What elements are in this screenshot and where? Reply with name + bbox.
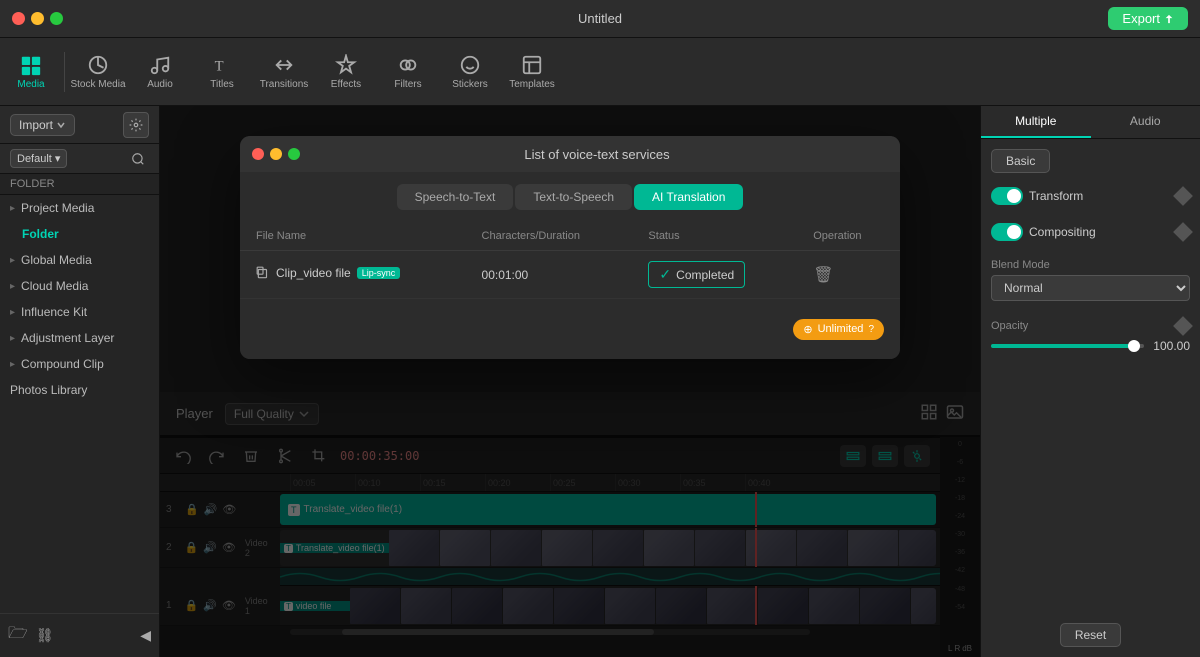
modal-table: File Name Characters/Duration Status Ope…: [240, 222, 900, 299]
modal-tabs: Speech-to-Text Text-to-Speech AI Transla…: [240, 172, 900, 222]
blend-mode-label: Blend Mode: [991, 259, 1190, 271]
transform-row: Transform: [991, 183, 1190, 209]
toolbar-item-stock[interactable]: Stock Media: [67, 38, 129, 105]
right-panel-content: Basic Transform Compositing Blend Mod: [981, 139, 1200, 363]
tab-text-to-speech[interactable]: Text-to-Speech: [515, 184, 632, 210]
unlimited-badge[interactable]: ⊕ Unlimited ?: [793, 319, 884, 340]
search-button[interactable]: [127, 148, 149, 170]
toolbar-item-titles[interactable]: T Titles: [191, 38, 253, 105]
main-area: Import Default ▾ FOLDER ▸ Project Media …: [0, 106, 1200, 657]
modal-maximize-button[interactable]: [288, 148, 300, 160]
sidebar-item-cloud-media[interactable]: ▸ Cloud Media: [0, 273, 159, 299]
add-folder-icon[interactable]: 🗁: [8, 622, 28, 649]
export-button[interactable]: Export: [1108, 7, 1188, 30]
toolbar-item-templates[interactable]: Templates: [501, 38, 563, 105]
minimize-button[interactable]: [31, 12, 44, 25]
voice-text-modal: List of voice-text services Speech-to-Te…: [240, 136, 900, 359]
tab-speech-to-text[interactable]: Speech-to-Text: [397, 184, 514, 210]
lipsync-badge: Lip-sync: [357, 267, 401, 279]
toolbar-item-stickers[interactable]: Stickers: [439, 38, 501, 105]
close-button[interactable]: [12, 12, 25, 25]
opacity-slider-row: 100.00: [991, 339, 1190, 353]
transform-label: Transform: [1029, 189, 1083, 203]
transform-toggle[interactable]: [991, 187, 1023, 205]
left-sidebar: Import Default ▾ FOLDER ▸ Project Media …: [0, 106, 160, 657]
modal-overlay: List of voice-text services Speech-to-Te…: [160, 106, 980, 657]
compositing-label: Compositing: [1029, 225, 1096, 239]
tab-ai-translation[interactable]: AI Translation: [634, 184, 743, 210]
delete-row-button[interactable]: 🗑: [813, 265, 833, 285]
titlebar: Untitled Export: [0, 0, 1200, 38]
toolbar-item-media[interactable]: Media: [0, 38, 62, 105]
opacity-slider[interactable]: [991, 344, 1144, 348]
toolbar-item-audio[interactable]: Audio: [129, 38, 191, 105]
col-status: Status: [632, 222, 797, 251]
modal-minimize-button[interactable]: [270, 148, 282, 160]
toolbar-separator: [64, 52, 65, 92]
maximize-button[interactable]: [50, 12, 63, 25]
right-tabs: Multiple Audio: [981, 106, 1200, 139]
svg-text:T: T: [215, 58, 224, 74]
window-title: Untitled: [578, 11, 622, 26]
toolbar-item-filters[interactable]: Filters: [377, 38, 439, 105]
default-dropdown[interactable]: Default ▾: [10, 149, 67, 168]
sidebar-item-folder[interactable]: Folder: [0, 221, 159, 247]
compositing-toggle[interactable]: [991, 223, 1023, 241]
compositing-diamond-icon[interactable]: [1173, 222, 1193, 242]
compositing-row: Compositing: [991, 219, 1190, 245]
col-characters-duration: Characters/Duration: [466, 222, 633, 251]
modal-titlebar: List of voice-text services: [240, 136, 900, 172]
check-icon: ✓: [659, 266, 671, 283]
traffic-lights: [12, 12, 63, 25]
basic-button[interactable]: Basic: [991, 149, 1050, 173]
col-file-name: File Name: [240, 222, 466, 251]
status-completed-badge: ✓ Completed: [648, 261, 745, 288]
reset-button[interactable]: Reset: [1060, 623, 1121, 647]
sidebar-item-influence-kit[interactable]: ▸ Influence Kit: [0, 299, 159, 325]
media-toolbar: Import: [0, 106, 159, 144]
modal-title: List of voice-text services: [306, 147, 888, 162]
sidebar-item-global-media[interactable]: ▸ Global Media: [0, 247, 159, 273]
operation-cell: 🗑: [797, 251, 900, 299]
sidebar-bottom-toolbar: 🗁 ⛓ ◀: [0, 613, 159, 657]
folder-label: FOLDER: [0, 174, 159, 195]
opacity-value: 100.00: [1150, 339, 1190, 353]
sidebar-item-compound-clip[interactable]: ▸ Compound Clip: [0, 351, 159, 377]
toolbar-item-transitions[interactable]: Transitions: [253, 38, 315, 105]
toolbar-item-effects[interactable]: Effects: [315, 38, 377, 105]
transform-diamond-icon[interactable]: [1173, 186, 1193, 206]
right-sidebar: Multiple Audio Basic Transform Compositi…: [980, 106, 1200, 657]
col-operation: Operation: [797, 222, 900, 251]
folder-toolbar: Default ▾: [0, 144, 159, 174]
sidebar-item-project-media[interactable]: ▸ Project Media: [0, 195, 159, 221]
tab-multiple[interactable]: Multiple: [981, 106, 1091, 138]
modal-close-button[interactable]: [252, 148, 264, 160]
center-panel: + Import Media Player Full Quality: [160, 106, 980, 657]
sidebar-item-adjustment-layer[interactable]: ▸ Adjustment Layer: [0, 325, 159, 351]
duration-cell: 00:01:00: [466, 251, 633, 299]
file-name-cell: Clip_video file Lip-sync: [240, 251, 466, 299]
settings-button[interactable]: [123, 112, 149, 138]
sidebar-item-photos-library[interactable]: Photos Library: [0, 377, 159, 403]
blend-mode-select[interactable]: Normal Multiply Screen Overlay: [991, 275, 1190, 301]
opacity-label: Opacity: [991, 320, 1028, 332]
import-button[interactable]: Import: [10, 114, 75, 136]
status-cell: ✓ Completed: [632, 251, 797, 299]
collapse-sidebar-icon[interactable]: ◀: [140, 627, 151, 644]
table-row: Clip_video file Lip-sync 00:01:00 ✓ Comp…: [240, 251, 900, 299]
top-toolbar: Media Stock Media Audio T Titles Transit…: [0, 38, 1200, 106]
modal-footer: ⊕ Unlimited ?: [240, 299, 900, 359]
opacity-diamond-icon[interactable]: [1173, 316, 1193, 336]
tab-audio[interactable]: Audio: [1091, 106, 1200, 138]
link-icon[interactable]: ⛓: [36, 627, 54, 644]
